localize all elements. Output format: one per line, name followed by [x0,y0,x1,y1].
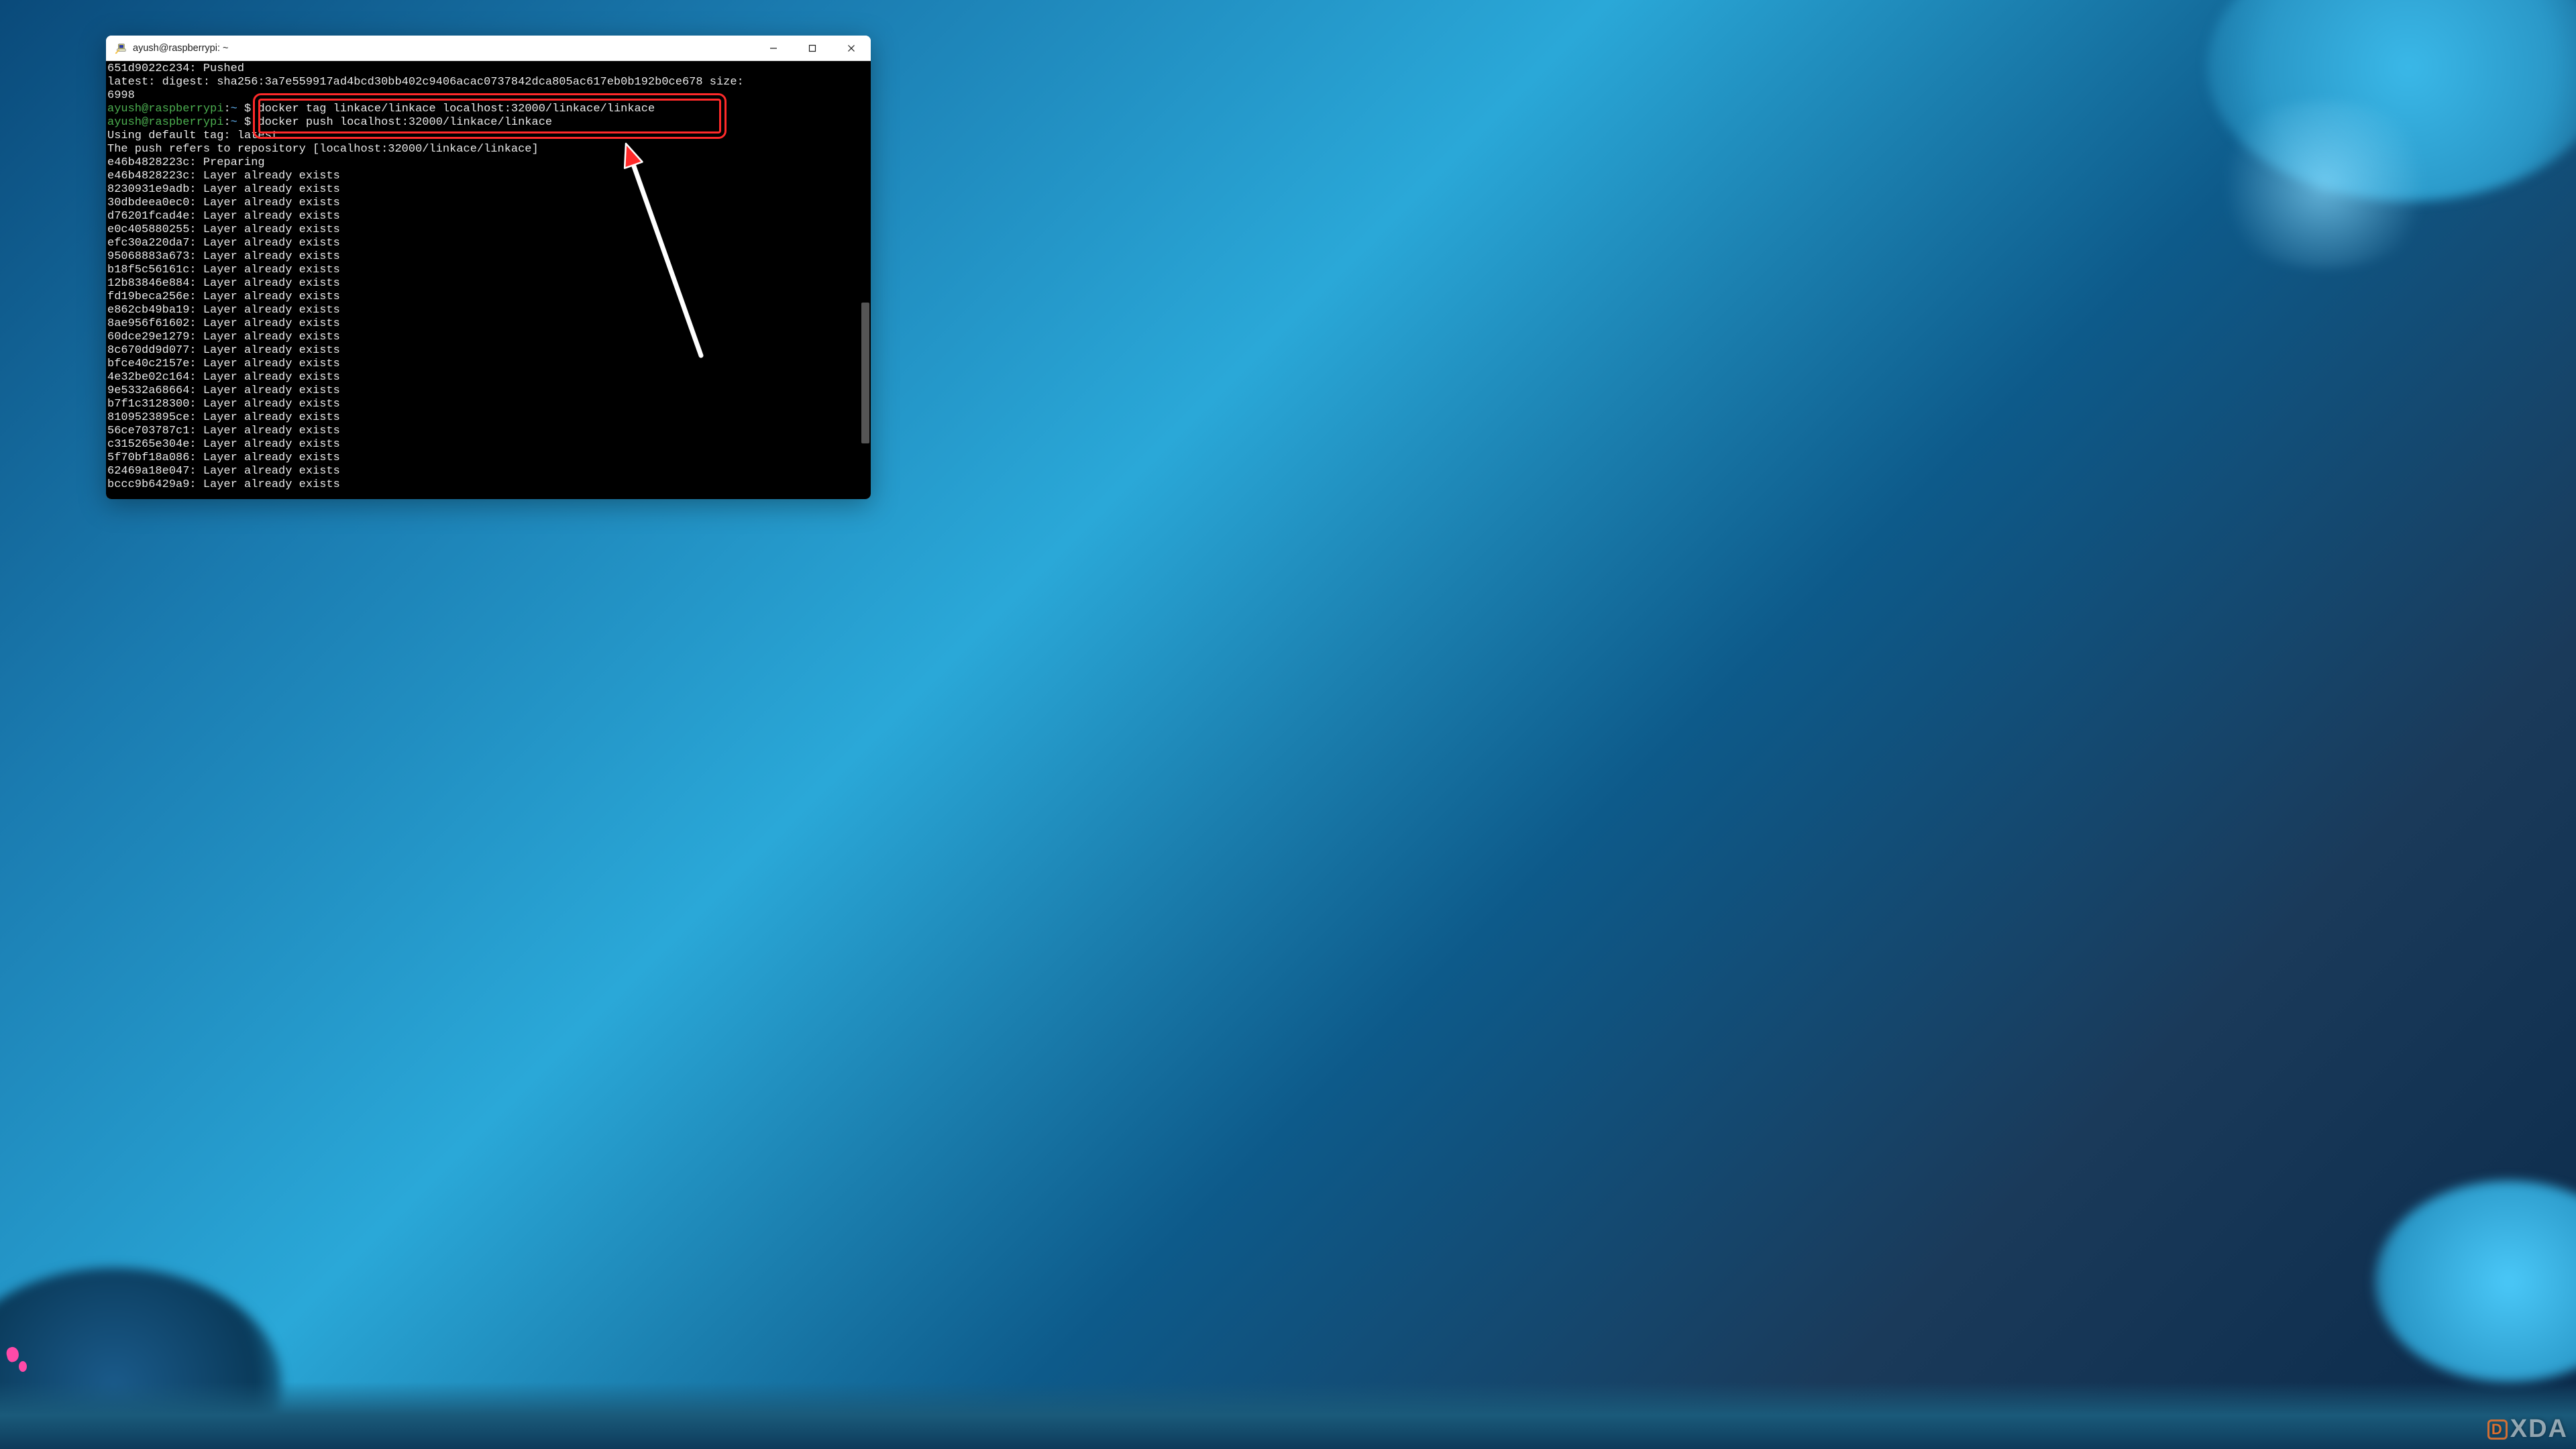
terminal-layer-line: 8c670dd9d077: Layer already exists [107,344,859,358]
window-titlebar[interactable]: ayush@raspberrypi: ~ [106,36,871,61]
prompt-line-cmd2: ayush@raspberrypi:~ $ docker push localh… [107,116,859,129]
terminal-layer-line: b18f5c56161c: Layer already exists [107,264,859,277]
window-controls [754,36,871,60]
terminal-layer-line: b7f1c3128300: Layer already exists [107,398,859,411]
terminal-layer-line: 62469a18e047: Layer already exists [107,465,859,478]
wallpaper-blob [2207,101,2442,268]
putty-icon [114,42,127,55]
terminal-layer-line: 9e5332a68664: Layer already exists [107,384,859,398]
minimize-button[interactable] [754,36,793,60]
terminal-layer-line: fd19beca256e: Layer already exists [107,290,859,304]
command-text: docker tag linkace/linkace localhost:320… [258,103,655,115]
wallpaper-blob [2375,1181,2576,1382]
prompt-cwd: ~ [231,116,237,129]
terminal-window: ayush@raspberrypi: ~ 651d9022c234: Pushe… [106,36,871,499]
close-button[interactable] [832,36,871,60]
watermark-text: XDA [2510,1415,2568,1444]
terminal-output-line: e46b4828223c: Preparing [107,156,859,170]
prompt-user-host: ayush@raspberrypi [107,103,223,115]
terminal-layer-line: d76201fcad4e: Layer already exists [107,210,859,223]
terminal-layer-line: efc30a220da7: Layer already exists [107,237,859,250]
prompt-dollar: $ [237,103,258,115]
wallpaper-accent [19,1361,27,1372]
terminal-layer-line: 5f70bf18a086: Layer already exists [107,451,859,465]
terminal-layer-line: e46b4828223c: Layer already exists [107,170,859,183]
terminal-layer-line: e862cb49ba19: Layer already exists [107,304,859,317]
terminal-layer-line: 4e32be02c164: Layer already exists [107,371,859,384]
prompt-line-cmd1: ayush@raspberrypi:~ $ docker tag linkace… [107,103,859,116]
terminal-layer-line: 8230931e9adb: Layer already exists [107,183,859,197]
terminal-layer-line: 95068883a673: Layer already exists [107,250,859,264]
terminal-layer-line: e0c405880255: Layer already exists [107,223,859,237]
window-title: ayush@raspberrypi: ~ [133,43,754,54]
terminal-layer-line: bfce40c2157e: Layer already exists [107,358,859,371]
scrollbar-track[interactable] [860,61,869,499]
terminal-layer-line: 12b83846e884: Layer already exists [107,277,859,290]
wallpaper-rocks [0,1382,2576,1449]
terminal-output-line: The push refers to repository [localhost… [107,143,859,156]
watermark-badge-icon: D [2487,1419,2508,1440]
scrollbar-thumb[interactable] [861,303,869,443]
prompt-separator: : [223,103,230,115]
terminal-output[interactable]: 651d9022c234: Pushedlatest: digest: sha2… [106,61,860,499]
prompt-cwd: ~ [231,103,237,115]
terminal-output-line: 651d9022c234: Pushed [107,62,859,76]
terminal-output-line: latest: digest: sha256:3a7e559917ad4bcd3… [107,76,859,89]
terminal-layer-line: 8ae956f61602: Layer already exists [107,317,859,331]
terminal-layer-line: 60dce29e1279: Layer already exists [107,331,859,344]
terminal-viewport[interactable]: 651d9022c234: Pushedlatest: digest: sha2… [106,61,871,499]
prompt-user-host: ayush@raspberrypi [107,116,223,129]
terminal-layer-line: 8109523895ce: Layer already exists [107,411,859,425]
terminal-layer-line: 56ce703787c1: Layer already exists [107,425,859,438]
prompt-separator: : [223,116,230,129]
terminal-layer-line: bccc9b6429a9: Layer already exists [107,478,859,492]
command-text: docker push localhost:32000/linkace/link… [258,116,552,129]
terminal-layer-line: 30dbdeea0ec0: Layer already exists [107,197,859,210]
terminal-output-line: Using default tag: latest [107,129,859,143]
xda-watermark: D XDA [2487,1415,2568,1444]
prompt-dollar: $ [237,116,258,129]
terminal-output-line: 6998 [107,89,859,103]
maximize-button[interactable] [793,36,832,60]
terminal-layer-line: c315265e304e: Layer already exists [107,438,859,451]
